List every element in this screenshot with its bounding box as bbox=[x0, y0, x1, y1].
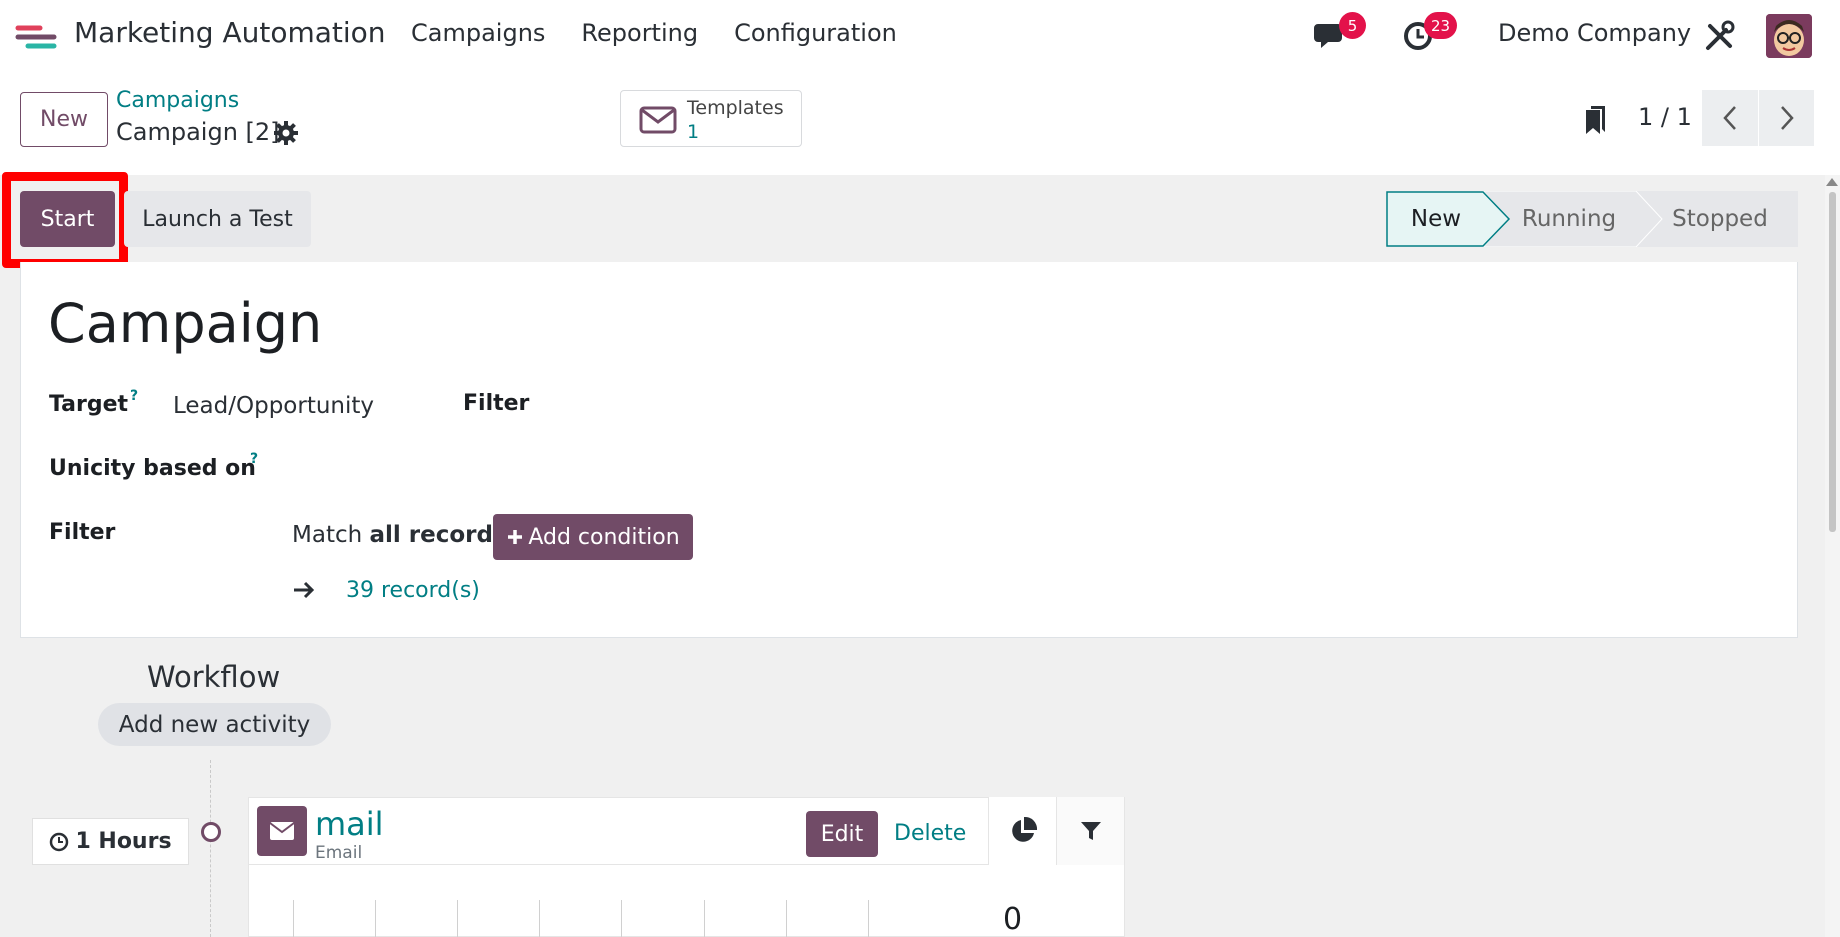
app-logo-icon[interactable] bbox=[14, 22, 60, 52]
app-title[interactable]: Marketing Automation bbox=[74, 16, 386, 49]
filter-icon bbox=[1080, 822, 1101, 840]
unicity-label: Unicity based on bbox=[49, 456, 256, 481]
filter-label: Filter bbox=[49, 520, 116, 545]
activities-badge: 23 bbox=[1424, 12, 1458, 39]
activity-delete-button[interactable]: Delete bbox=[894, 821, 966, 846]
activity-stat-value: 0 bbox=[1003, 902, 1023, 937]
plus-icon bbox=[508, 530, 523, 544]
chart-grid-line bbox=[539, 900, 540, 937]
activity-type: Email bbox=[315, 843, 363, 863]
new-record-button[interactable]: New bbox=[20, 92, 108, 147]
filter-column-label: Filter bbox=[463, 391, 530, 416]
activity-type-icon-box bbox=[257, 806, 307, 856]
stage-new[interactable]: New bbox=[1388, 191, 1484, 247]
pie-chart-icon bbox=[1011, 816, 1037, 842]
tools-icon[interactable] bbox=[1702, 18, 1738, 54]
target-label: Target bbox=[49, 392, 129, 417]
records-count-link[interactable]: 39 record(s) bbox=[346, 578, 480, 603]
chart-grid-line bbox=[293, 900, 294, 937]
match-all-records: all records bbox=[369, 522, 507, 548]
chart-grid-line bbox=[621, 900, 622, 937]
stage-stopped[interactable]: Stopped bbox=[1660, 191, 1780, 247]
add-condition-label: Add condition bbox=[528, 524, 680, 550]
chart-grid-line bbox=[375, 900, 376, 937]
chart-grid-line bbox=[786, 900, 787, 937]
activity-card-divider bbox=[248, 864, 988, 865]
chart-grid-line bbox=[868, 900, 869, 937]
templates-count: 1 bbox=[687, 121, 700, 143]
filter-match-text: Match all records bbox=[292, 522, 507, 548]
gear-icon[interactable] bbox=[273, 120, 299, 146]
arrow-right-icon bbox=[294, 581, 315, 599]
pager-previous-button[interactable] bbox=[1702, 90, 1758, 146]
match-prefix: Match bbox=[292, 522, 370, 548]
pager-next-button[interactable] bbox=[1758, 90, 1814, 146]
menu-configuration[interactable]: Configuration bbox=[734, 19, 897, 47]
add-new-activity-button[interactable]: Add new activity bbox=[98, 703, 331, 746]
launch-test-button[interactable]: Launch a Test bbox=[124, 191, 311, 247]
activity-name[interactable]: mail bbox=[315, 805, 384, 843]
chevron-right-icon bbox=[1780, 106, 1794, 130]
breadcrumb-campaigns[interactable]: Campaigns bbox=[116, 88, 239, 113]
target-value[interactable]: Lead/Opportunity bbox=[173, 393, 374, 419]
scrollbar-thumb[interactable] bbox=[1829, 192, 1836, 532]
main-menu: Campaigns Reporting Configuration bbox=[411, 19, 897, 47]
interval-text: 1 Hours bbox=[75, 829, 172, 854]
templates-label: Templates bbox=[687, 97, 784, 119]
top-navbar: Marketing Automation Campaigns Reporting… bbox=[0, 0, 1840, 72]
activity-edit-button[interactable]: Edit bbox=[806, 811, 878, 857]
envelope-icon bbox=[639, 106, 677, 134]
company-switcher[interactable]: Demo Company bbox=[1498, 19, 1691, 47]
envelope-icon bbox=[269, 822, 295, 840]
menu-reporting[interactable]: Reporting bbox=[581, 19, 698, 47]
add-condition-button[interactable]: Add condition bbox=[493, 514, 693, 560]
user-avatar[interactable] bbox=[1766, 14, 1812, 58]
clock-icon bbox=[50, 832, 69, 851]
chart-grid-line bbox=[457, 900, 458, 937]
activity-filter-tab[interactable] bbox=[1056, 797, 1124, 865]
templates-smart-button[interactable]: Templates 1 bbox=[620, 90, 802, 147]
workflow-connector-line bbox=[210, 760, 211, 937]
workflow-node bbox=[201, 822, 221, 842]
campaign-title[interactable]: Campaign bbox=[48, 292, 322, 355]
record-name: Campaign [2] bbox=[116, 118, 280, 146]
workflow-title: Workflow bbox=[147, 660, 281, 694]
menu-campaigns[interactable]: Campaigns bbox=[411, 19, 545, 47]
unicity-help-icon[interactable]: ? bbox=[250, 451, 258, 467]
pager-value[interactable]: 1 / 1 bbox=[1638, 103, 1692, 131]
chart-grid-line bbox=[704, 900, 705, 937]
bookmark-icon[interactable] bbox=[1584, 104, 1608, 136]
start-button-highlight bbox=[2, 172, 128, 268]
messages-badge: 5 bbox=[1339, 12, 1366, 39]
target-help-icon[interactable]: ? bbox=[130, 388, 138, 404]
activity-stats-tab[interactable] bbox=[988, 797, 1056, 865]
stage-running[interactable]: Running bbox=[1510, 191, 1628, 247]
chevron-left-icon bbox=[1723, 106, 1736, 130]
activity-interval-badge: 1 Hours bbox=[32, 818, 189, 865]
avatar-face-icon bbox=[1766, 14, 1812, 58]
scroll-up-arrow-icon[interactable] bbox=[1826, 178, 1838, 186]
